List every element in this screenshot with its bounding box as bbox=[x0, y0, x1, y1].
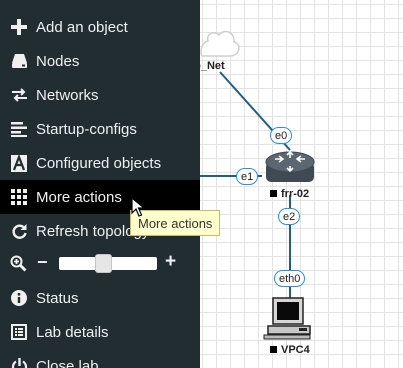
info-circle-icon bbox=[9, 288, 29, 308]
menu-item-add-object[interactable]: Add an object bbox=[0, 10, 200, 44]
vpc-label: VPC4 bbox=[270, 344, 310, 356]
zoom-slider[interactable] bbox=[59, 254, 157, 273]
zoom-slider-handle[interactable] bbox=[95, 254, 112, 273]
cloud-icon[interactable] bbox=[200, 22, 244, 62]
menu-item-label: Configured objects bbox=[36, 154, 162, 172]
sidebar-menu: Add an object Nodes Networks Startup-con… bbox=[0, 0, 200, 368]
list-alt-icon bbox=[9, 322, 29, 342]
menu-item-nodes[interactable]: Nodes bbox=[0, 44, 200, 78]
hard-drive-icon bbox=[9, 51, 29, 71]
align-left-icon bbox=[9, 119, 29, 139]
menu-item-label: Status bbox=[36, 289, 79, 307]
menu-item-more-actions[interactable]: More actions bbox=[0, 180, 200, 214]
router-label: frr-02 bbox=[270, 188, 309, 200]
router-icon[interactable] bbox=[265, 150, 315, 184]
zoom-in-icon bbox=[10, 255, 27, 272]
font-a-icon bbox=[9, 153, 29, 173]
menu-item-configured-objects[interactable]: Configured objects bbox=[0, 146, 200, 180]
menu-item-startup-configs[interactable]: Startup-configs bbox=[0, 112, 200, 146]
menu-item-label: More actions bbox=[36, 188, 122, 206]
topology-canvas[interactable]: ab_Net frr-02 VPC4 e0 e1 e2 eth0 bbox=[188, 0, 403, 368]
zoom-control: − + bbox=[0, 247, 200, 281]
interface-eth0[interactable]: eth0 bbox=[274, 270, 306, 287]
power-icon bbox=[9, 356, 29, 368]
menu-item-label: Startup-configs bbox=[36, 120, 137, 138]
computer-icon[interactable] bbox=[263, 296, 317, 340]
menu-item-label: Nodes bbox=[36, 52, 80, 70]
menu-item-label: Add an object bbox=[36, 18, 128, 36]
menu-item-label: Networks bbox=[36, 86, 99, 104]
menu-item-close-lab[interactable]: Close lab bbox=[0, 349, 200, 368]
menu-item-status[interactable]: Status bbox=[0, 281, 200, 315]
plus-icon bbox=[9, 17, 29, 37]
menu-item-label: Lab details bbox=[36, 323, 109, 341]
menu-item-label: Close lab bbox=[36, 357, 99, 368]
interface-e2[interactable]: e2 bbox=[278, 208, 301, 225]
interface-e1[interactable]: e1 bbox=[236, 168, 259, 185]
zoom-in-button[interactable]: + bbox=[165, 251, 176, 273]
refresh-icon bbox=[9, 221, 29, 241]
exchange-arrows-icon bbox=[9, 85, 29, 105]
grid-icon bbox=[9, 187, 29, 207]
menu-item-lab-details[interactable]: Lab details bbox=[0, 315, 200, 349]
mouse-pointer-icon bbox=[131, 197, 145, 217]
menu-item-networks[interactable]: Networks bbox=[0, 78, 200, 112]
zoom-out-button[interactable]: − bbox=[37, 252, 48, 273]
interface-e0[interactable]: e0 bbox=[270, 127, 293, 144]
